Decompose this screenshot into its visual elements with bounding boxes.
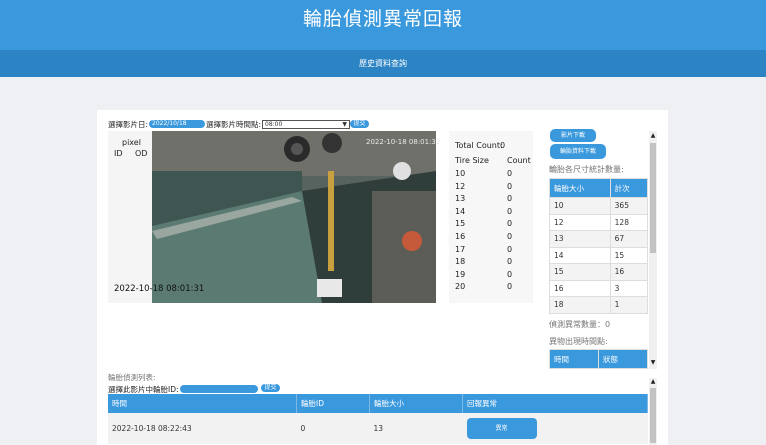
date-picker[interactable]: 2022/10/18: [149, 120, 205, 128]
total-count-label: Total Count:: [455, 141, 503, 150]
tire-data-download-button[interactable]: 輪胎資料下載: [550, 144, 606, 159]
video-download-button[interactable]: 影片下載: [550, 129, 596, 142]
video-bottom-timestamp: 2022-10-18 08:01:31: [114, 284, 205, 294]
table-row: 2022-10-18 08:22:43 0 13 異常: [108, 413, 648, 444]
count-row-size: 20: [455, 282, 466, 292]
od-label: OD: [135, 149, 148, 158]
foreign-object-label: 異物出現時間點:: [549, 337, 608, 346]
count-row-size: 18: [455, 257, 466, 267]
stat-count-cell: 3: [609, 279, 648, 297]
tire-list-title: 輪胎偵測列表:: [108, 373, 156, 382]
table-row: 15 16: [549, 263, 648, 281]
count-row-size: 15: [455, 219, 466, 229]
scroll-up-icon[interactable]: ▲: [649, 132, 657, 139]
table-row: 12 128: [549, 213, 648, 231]
col-size-header: 輪胎大小: [369, 394, 463, 413]
id-label: ID: [114, 149, 123, 158]
scrollbar-thumb[interactable]: [650, 143, 656, 253]
col-time-header: 時間: [108, 394, 297, 413]
time-select[interactable]: 08:00 ▼: [262, 120, 350, 129]
row-size: 13: [369, 413, 463, 444]
scroll-up-icon[interactable]: ▲: [649, 378, 657, 385]
stat-size-cell: 12: [549, 213, 611, 231]
stat-count-cell: 15: [609, 246, 648, 264]
tire-size-header: Tire Size: [455, 156, 489, 165]
count-row-value: 0: [507, 232, 513, 241]
nav-bar: 歷史資料查詢: [0, 50, 766, 77]
bottom-scrollbar[interactable]: ▲: [649, 378, 657, 445]
count-row-size: 12: [455, 181, 466, 191]
pixel-label: pixel: [122, 138, 141, 147]
scrollbar-thumb[interactable]: [650, 388, 656, 443]
count-row-value: 0: [507, 206, 513, 216]
count-row-value: 0: [507, 244, 513, 254]
page-title: 輪胎偵測異常回報: [302, 8, 463, 30]
count-row-size: 14: [455, 206, 466, 216]
video-player[interactable]: [152, 131, 436, 303]
video-top-timestamp: 2022-10-18 08:01:32: [366, 138, 441, 146]
chevron-down-icon: ▼: [342, 121, 347, 128]
count-row-size: 19: [455, 269, 466, 279]
stats-scrollbar[interactable]: ▲ ▼: [649, 131, 657, 369]
stat-count-cell: 365: [609, 197, 648, 215]
row-tire-id: 0: [296, 413, 370, 444]
foreign-time-header: 時間: [549, 349, 599, 369]
date-label: 選擇影片日:: [108, 120, 149, 129]
count-row-size: 10: [455, 169, 466, 178]
col-tire-id-header: 輪胎ID: [296, 394, 370, 413]
table-row: 13 67: [549, 230, 648, 248]
stat-count-cell: 1: [609, 296, 648, 314]
row-time: 2022-10-18 08:22:43: [108, 413, 297, 444]
count-row-value: 0: [507, 194, 513, 204]
count-row-value: 0: [507, 181, 513, 191]
foreign-status-header: 狀態: [598, 349, 648, 369]
size-stat-table: 輪胎大小 計次 10 365 12 128 13 67 14 15 15 16 16 3 18 1: [549, 178, 648, 314]
stat-count-cell: 16: [609, 263, 648, 281]
table-row: 10 365: [549, 197, 648, 215]
count-row-size: 13: [455, 194, 466, 204]
stat-count-cell: 67: [609, 230, 648, 248]
stat-count-header: 計次: [609, 178, 648, 198]
count-row-value: 0: [507, 219, 513, 229]
report-abnormal-button[interactable]: 異常: [466, 418, 537, 439]
tire-id-picker[interactable]: [180, 385, 258, 393]
count-row-value: 0: [507, 282, 513, 292]
time-select-value: 08:00: [265, 121, 283, 128]
count-row-size: 17: [455, 244, 466, 254]
conveyor-video-frame: [152, 131, 436, 303]
count-row-size: 16: [455, 232, 466, 241]
stat-size-header: 輪胎大小: [549, 178, 611, 198]
stat-size-cell: 14: [549, 246, 611, 264]
stat-size-cell: 16: [549, 279, 611, 297]
abnormal-count-label: 偵測異常數量：: [549, 320, 605, 329]
stat-title: 輪胎各尺寸統計數量:: [549, 165, 624, 174]
stat-count-cell: 128: [609, 213, 648, 231]
stat-size-cell: 18: [549, 296, 611, 314]
stats-panel: 影片下載 輪胎資料下載 輪胎各尺寸統計數量: 輪胎大小 計次 10 365 12 12…: [538, 129, 648, 369]
col-report-header: 回報異常: [462, 394, 648, 413]
abnormal-count-row: 偵測異常數量：0: [549, 319, 610, 330]
count-row-value: 0: [507, 257, 513, 267]
total-count-value: 0: [500, 141, 506, 150]
count-row-value: 0: [507, 269, 513, 279]
submit-tire-button[interactable]: 提交: [261, 384, 280, 392]
table-row: 16 3: [549, 279, 648, 297]
time-label: 選擇影片時間點:: [206, 120, 262, 129]
scroll-down-icon[interactable]: ▼: [649, 359, 657, 366]
abnormal-count-value: 0: [605, 320, 611, 329]
table-row: 18 1: [549, 296, 648, 314]
tire-list-table: 時間 輪胎ID 輪胎大小 回報異常 2022-10-18 08:22:43 0 …: [108, 394, 648, 444]
count-header: Count: [507, 156, 531, 165]
submit-time-button[interactable]: 提交: [350, 120, 369, 128]
row-report-cell: 異常: [462, 413, 648, 444]
page-header: 輪胎偵測異常回報: [0, 0, 766, 50]
stat-size-cell: 10: [549, 197, 611, 215]
table-row: 14 15: [549, 246, 648, 264]
foreign-object-table: 時間 狀態: [549, 349, 648, 369]
count-row-value: 0: [507, 169, 513, 178]
stat-size-cell: 15: [549, 263, 611, 281]
history-query-link[interactable]: 歷史資料查詢: [359, 59, 407, 68]
stat-size-cell: 13: [549, 230, 611, 248]
